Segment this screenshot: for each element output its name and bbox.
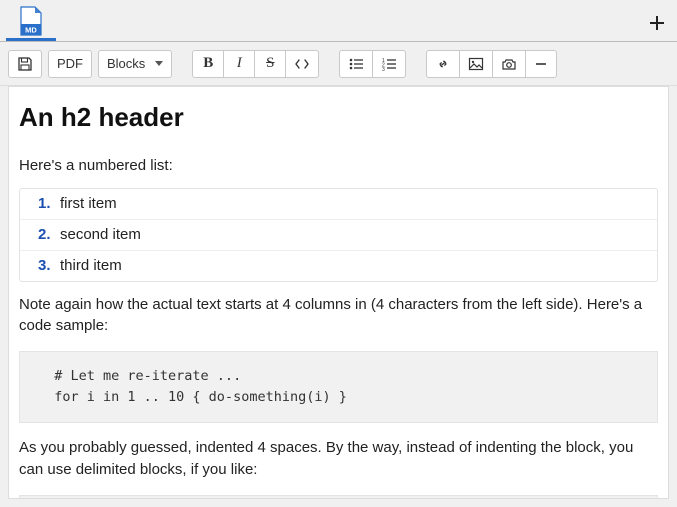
code-inline-button[interactable] xyxy=(285,50,319,78)
pdf-label: PDF xyxy=(57,56,83,71)
strikethrough-button[interactable]: S xyxy=(254,50,286,78)
pdf-button[interactable]: PDF xyxy=(48,50,92,78)
link-icon xyxy=(435,57,451,71)
italic-button[interactable]: I xyxy=(223,50,255,78)
italic-icon: I xyxy=(237,55,242,72)
paragraph-intro: Here's a numbered list: xyxy=(19,155,658,177)
markdown-file-icon: MD xyxy=(18,6,44,36)
tab-markdown[interactable]: MD xyxy=(6,5,56,41)
hr-button[interactable] xyxy=(525,50,557,78)
bold-button[interactable]: B xyxy=(192,50,224,78)
code-block-1: # Let me re-iterate ... for i in 1 .. 10… xyxy=(19,351,658,423)
code-block-2: define foobar() { print "Welcome to flav… xyxy=(19,495,658,499)
tab-bar: MD xyxy=(0,0,677,42)
numbered-list-icon: 123 xyxy=(381,57,397,71)
bullet-list-button[interactable] xyxy=(339,50,373,78)
numbered-list: 1.first item 2.second item 3.third item xyxy=(19,188,658,281)
bullet-list-icon xyxy=(348,57,364,71)
heading-h2: An h2 header xyxy=(19,99,658,137)
save-icon xyxy=(17,56,33,72)
insert-group xyxy=(426,50,557,78)
svg-text:3: 3 xyxy=(382,67,385,71)
add-tab-button[interactable] xyxy=(643,9,671,37)
strikethrough-icon: S xyxy=(266,55,274,72)
numbered-list-button[interactable]: 123 xyxy=(372,50,406,78)
list-item: 3.third item xyxy=(20,250,657,281)
image-button[interactable] xyxy=(459,50,493,78)
paragraph-note2: As you probably guessed, indented 4 spac… xyxy=(19,437,658,481)
format-group: B I S xyxy=(192,50,319,78)
code-icon xyxy=(294,57,310,71)
list-item: 1.first item xyxy=(20,189,657,219)
list-item: 2.second item xyxy=(20,219,657,250)
svg-text:MD: MD xyxy=(25,26,37,35)
image-icon xyxy=(468,57,484,71)
save-button[interactable] xyxy=(8,50,42,78)
content-area: An h2 header Here's a numbered list: 1.f… xyxy=(0,86,677,507)
blocks-label: Blocks xyxy=(107,56,145,71)
list-group: 123 xyxy=(339,50,406,78)
camera-button[interactable] xyxy=(492,50,526,78)
toolbar: PDF Blocks B I S xyxy=(0,42,677,86)
blocks-dropdown[interactable]: Blocks xyxy=(98,50,172,78)
bold-icon: B xyxy=(203,55,213,72)
document-editor[interactable]: An h2 header Here's a numbered list: 1.f… xyxy=(8,86,669,499)
camera-icon xyxy=(501,57,517,71)
paragraph-note1: Note again how the actual text starts at… xyxy=(19,294,658,338)
minus-icon xyxy=(534,57,548,71)
app-root: MD PDF Blocks B I xyxy=(0,0,677,507)
chevron-down-icon xyxy=(155,61,163,66)
link-button[interactable] xyxy=(426,50,460,78)
